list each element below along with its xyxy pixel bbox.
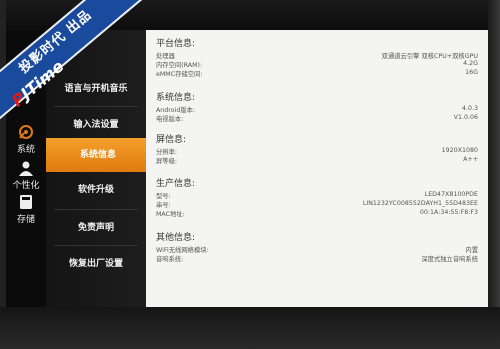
info-key: 屏等级: xyxy=(156,158,178,165)
menu-item-language[interactable]: 语言与开机音乐 xyxy=(46,72,146,106)
rail-label: 存储 xyxy=(16,215,35,225)
other-info-section: 其他信息: WiFi无线网络模块: 内置 音响系统: 深度式独立音响系统 xyxy=(156,230,478,263)
rail-label: 个性化 xyxy=(12,181,40,191)
tv-screen: 系统 个性化 存储 语言与开机音乐 输入法设置 系统信息 软件升级 免责声明 恢… xyxy=(6,30,488,307)
category-rail: 系统 个性化 存储 xyxy=(6,30,46,307)
info-key: 电视版本: xyxy=(156,116,184,123)
screen-info-section: 屏信息: 分辨率: 1920X1080 屏等级: A++ xyxy=(156,132,478,165)
storage-icon xyxy=(20,195,32,209)
tv-bezel-right xyxy=(488,0,500,349)
info-row: 型号: LED47X8100PDE xyxy=(156,191,478,200)
info-value: 4.0.3 xyxy=(461,105,478,112)
menu-divider xyxy=(54,209,138,210)
info-key: 分辨率: xyxy=(156,149,178,156)
rail-label: 系统 xyxy=(16,145,35,155)
tv-bezel-top xyxy=(0,0,500,30)
system-info-panel: 平台信息: 处理器 双通道云引擎 双核CPU+双核GPU 内存空间(RAM): 4.… xyxy=(146,30,488,307)
rail-item-storage[interactable]: 存储 xyxy=(6,194,46,225)
info-key: WiFi无线网络模块: xyxy=(156,247,209,254)
section-title: 其他信息: xyxy=(156,233,196,243)
info-row: 屏等级: A++ xyxy=(156,156,478,165)
info-key: MAC地址: xyxy=(156,211,185,218)
section-title: 平台信息: xyxy=(156,39,196,49)
info-value: LIN1232YC008552DAYH1_55D483EE xyxy=(362,200,478,207)
info-key: 串号: xyxy=(156,202,171,209)
menu-divider xyxy=(54,106,138,107)
info-row: 串号: LIN1232YC008552DAYH1_55D483EE xyxy=(156,200,478,209)
info-value: V1.0.06 xyxy=(453,114,478,121)
rail-item-personalize[interactable]: 个性化 xyxy=(6,160,46,191)
settings-icon xyxy=(19,125,33,139)
platform-info-section: 平台信息: 处理器 双通道云引擎 双核CPU+双核GPU 内存空间(RAM): 4.… xyxy=(156,36,478,78)
menu-item-input-method[interactable]: 输入法设置 xyxy=(46,108,146,142)
rail-item-system[interactable]: 系统 xyxy=(6,124,46,155)
info-key: Android版本: xyxy=(156,107,196,114)
system-info-section: 系统信息: Android版本: 4.0.3 电视版本: V1.0.06 xyxy=(156,90,478,123)
settings-menu: 语言与开机音乐 输入法设置 系统信息 软件升级 免责声明 恢复出厂设置 xyxy=(46,30,150,307)
user-icon xyxy=(19,161,33,176)
info-key: 处理器 xyxy=(156,53,175,60)
info-value: 双通道云引擎 双核CPU+双核GPU xyxy=(381,53,478,60)
info-row: eMMC存储空间: 16G xyxy=(156,69,478,78)
production-info-section: 生产信息: 型号: LED47X8100PDE 串号: LIN1232YC00855… xyxy=(156,176,478,218)
section-title: 屏信息: xyxy=(156,135,187,145)
info-row: Android版本: 4.0.3 xyxy=(156,105,478,114)
info-value: 4.2G xyxy=(463,60,478,67)
info-value: 16G xyxy=(465,69,478,76)
info-row: 分辨率: 1920X1080 xyxy=(156,147,478,156)
tv-bezel-bottom xyxy=(0,307,500,349)
info-row: 处理器 双通道云引擎 双核CPU+双核GPU xyxy=(156,51,478,60)
menu-item-system-info[interactable]: 系统信息 xyxy=(46,138,150,172)
info-row: MAC地址: 00:1A:34:55:F8:F3 xyxy=(156,209,478,218)
info-row: 电视版本: V1.0.06 xyxy=(156,114,478,123)
menu-divider xyxy=(54,245,138,246)
info-key: eMMC存储空间: xyxy=(156,71,203,78)
info-key: 内存空间(RAM): xyxy=(156,62,203,69)
info-key: 型号: xyxy=(156,193,171,200)
info-key: 音响系统: xyxy=(156,256,184,263)
info-value: 内置 xyxy=(465,247,478,254)
section-title: 系统信息: xyxy=(156,93,196,103)
info-value: 1920X1080 xyxy=(441,147,478,154)
info-row: 内存空间(RAM): 4.2G xyxy=(156,60,478,69)
section-title: 生产信息: xyxy=(156,179,196,189)
info-value: 深度式独立音响系统 xyxy=(421,256,478,263)
info-value: 00:1A:34:55:F8:F3 xyxy=(419,209,478,216)
info-value: LED47X8100PDE xyxy=(424,191,478,198)
info-value: A++ xyxy=(463,156,478,163)
menu-item-factory-reset[interactable]: 恢复出厂设置 xyxy=(46,247,146,281)
info-row: 音响系统: 深度式独立音响系统 xyxy=(156,254,478,263)
info-row: WiFi无线网络模块: 内置 xyxy=(156,245,478,254)
menu-item-software-update[interactable]: 软件升级 xyxy=(46,173,146,207)
menu-item-disclaimer[interactable]: 免责声明 xyxy=(46,211,146,245)
